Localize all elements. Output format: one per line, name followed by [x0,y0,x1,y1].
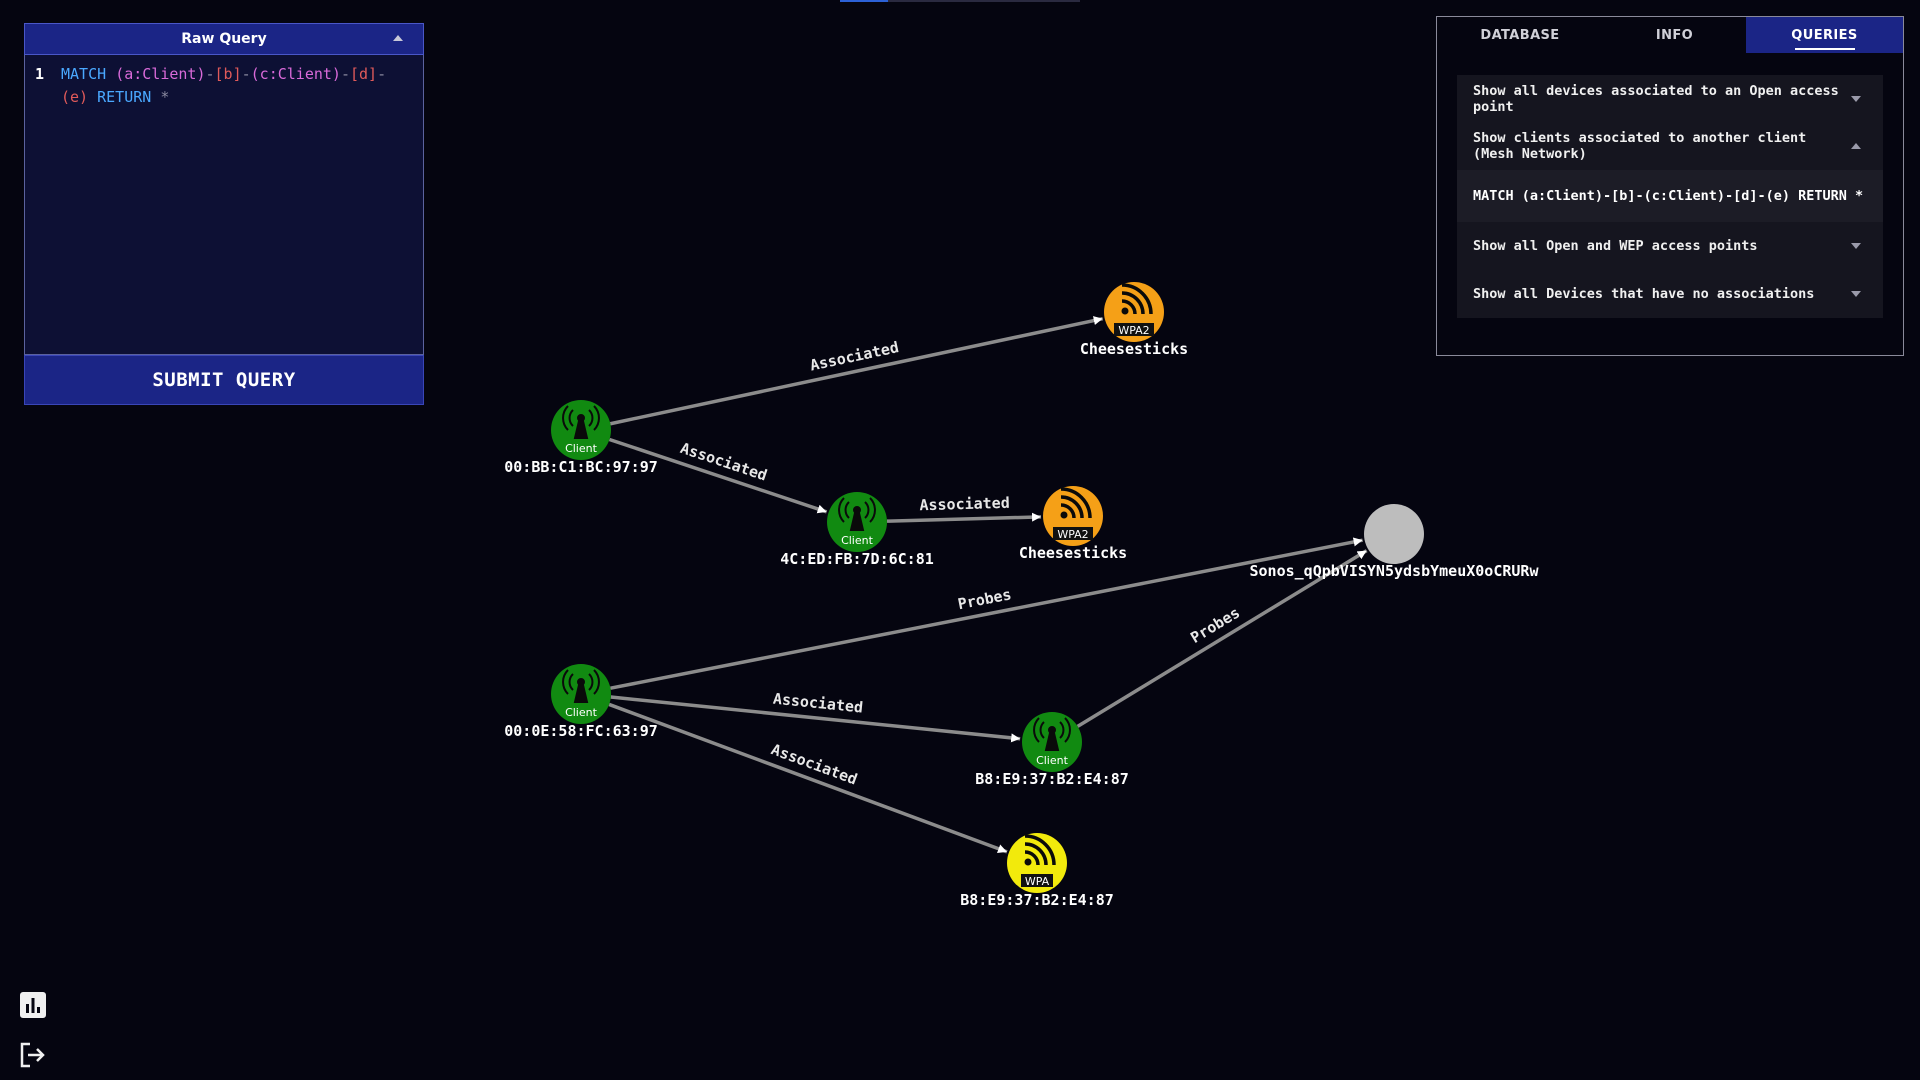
graph-edge[interactable] [608,702,1008,854]
chevron-down-icon [1851,291,1861,297]
query-item-no-associations[interactable]: Show all Devices that have no associatio… [1457,270,1883,318]
side-panel: DATABASE INFO QUERIES Show all devices a… [1436,16,1904,356]
raw-query-header[interactable]: Raw Query [24,23,424,55]
collapse-caret-icon[interactable] [393,35,403,41]
saved-queries-list: Show all devices associated to an Open a… [1457,75,1883,318]
chevron-down-icon [1851,243,1861,249]
query-item-label: Show all Devices that have no associatio… [1473,286,1815,302]
tab-bar: DATABASE INFO QUERIES [1437,17,1903,53]
query-item-mesh-network[interactable]: Show clients associated to another clien… [1457,122,1883,170]
node-type-badge: Client [1036,754,1069,767]
raw-query-title: Raw Query [181,31,267,47]
node-label: 00:0E:58:FC:63:97 [504,722,658,740]
submit-query-button[interactable]: SUBMIT QUERY [24,355,424,405]
active-tab-underline [1794,48,1855,50]
tab-queries[interactable]: QUERIES [1746,17,1903,53]
graph-edge[interactable] [609,316,1104,426]
node-type-badge: WPA2 [1118,324,1149,337]
query-token: - [205,65,215,83]
query-token: - [377,65,387,83]
query-item-open-wep[interactable]: Show all Open and WEP access points [1457,222,1883,270]
query-item-label: Show all Open and WEP access points [1473,238,1758,254]
graph-node-wpa2[interactable]: WPA2 Cheesesticks [1019,486,1127,562]
node-label: Cheesesticks [1019,544,1127,562]
node-type-badge: WPA2 [1057,528,1088,541]
graph-node-unknown[interactable]: Sonos_qQpbVISYN5ydsbYmeuX0oCRURw [1250,504,1540,580]
query-token: (c:Client) [250,65,341,83]
raw-query-panel: Raw Query 1 MATCH (a:Client)-[b]-(c:Clie… [24,23,424,405]
node-type-badge: Client [841,534,874,547]
logout-icon[interactable] [19,1041,47,1069]
chart-icon[interactable] [19,991,47,1019]
chevron-up-icon [1851,143,1861,149]
query-token: * [160,88,170,106]
query-token: RETURN [88,88,161,106]
query-token: (e) [61,88,89,106]
node-label: Cheesesticks [1080,340,1188,358]
chevron-down-icon [1851,95,1861,102]
node-type-badge: WPA [1025,875,1050,888]
query-token: MATCH [61,65,116,83]
tab-info-label: INFO [1655,27,1694,43]
tab-info[interactable]: INFO [1603,17,1746,53]
query-code-line[interactable]: MATCH (a:Client)-[b]-(c:Client)-[d]- (e)… [61,63,413,346]
line-number: 1 [35,65,45,83]
edge-label: Associated [919,494,1010,515]
tab-database[interactable]: DATABASE [1437,17,1603,53]
edge-label: Probes [1187,603,1243,647]
graph-edge[interactable] [886,512,1042,523]
node-label: Sonos_qQpbVISYN5ydsbYmeuX0oCRURw [1250,562,1540,580]
tab-queries-label: QUERIES [1791,27,1858,43]
query-item-open-ap[interactable]: Show all devices associated to an Open a… [1457,75,1883,122]
edge-label: Associated [808,338,900,374]
node-type-badge: Client [565,442,598,455]
graph-node-client[interactable]: Client 00:BB:C1:BC:97:97 [504,400,658,476]
query-editor[interactable]: 1 MATCH (a:Client)-[b]-(c:Client)-[d]- (… [24,55,424,355]
graph-node-client[interactable]: Client 00:0E:58:FC:63:97 [504,664,658,740]
query-item-detail[interactable]: MATCH (a:Client)-[b]-(c:Client)-[d]-(e) … [1457,170,1883,222]
node-type-badge: Client [565,706,598,719]
graph-node-client[interactable]: Client B8:E9:37:B2:E4:87 [975,712,1129,788]
query-token: - [241,65,251,83]
query-token: [d] [350,65,378,83]
node-label: 00:BB:C1:BC:97:97 [504,458,658,476]
query-token: [b] [214,65,242,83]
query-item-label: Show all devices associated to an Open a… [1473,82,1839,115]
tab-database-label: DATABASE [1480,27,1560,43]
node-label: 4C:ED:FB:7D:6C:81 [780,550,934,568]
query-item-label: Show clients associated to another clien… [1473,130,1807,162]
node-circle[interactable] [1364,504,1424,564]
edge-label: Associated [772,690,864,717]
node-label: B8:E9:37:B2:E4:87 [975,770,1129,788]
query-token: - [340,65,350,83]
query-token: (a:Client) [115,65,206,83]
node-label: B8:E9:37:B2:E4:87 [960,891,1114,909]
